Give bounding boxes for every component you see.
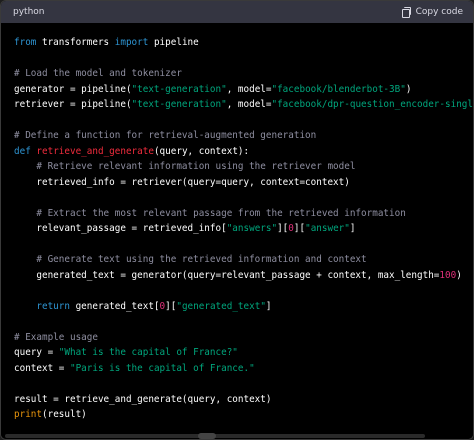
code-token: "What is the capital of France?"	[58, 347, 238, 358]
code-token: # Load the model and tokenizer	[14, 68, 182, 79]
code-line: context = "Paris is the capital of Franc…	[14, 361, 473, 377]
code-content[interactable]: from transformers import pipeline # Load…	[1, 23, 473, 423]
code-token: generated_text = generator(query=relevan…	[14, 269, 440, 281]
code-line: retrieved_info = retriever(query=query, …	[14, 175, 473, 191]
code-line: generator = pipeline("text-generation", …	[14, 82, 473, 98]
code-token: def	[14, 145, 31, 157]
scrollbar-thumb[interactable]	[198, 433, 216, 439]
code-line: # Define a function for retrieval-augmen…	[14, 128, 473, 144]
code-line: retriever = pipeline("text-generation", …	[14, 97, 473, 113]
code-token: 100	[439, 269, 457, 281]
code-token: retrieved_info = retriever(query=query, …	[14, 176, 350, 188]
code-token: "text-generation"	[131, 99, 227, 110]
code-token: "text-generation"	[131, 83, 227, 95]
code-token: "Paris is the capital of France."	[69, 362, 255, 374]
code-token: # Example usage	[14, 331, 98, 343]
code-block-header: python Copy code	[1, 1, 473, 23]
code-line: # Retrieve relevant information using th…	[14, 159, 473, 175]
code-token: query =	[14, 347, 59, 358]
code-token: relevant_passage = retrieved_info[	[14, 223, 227, 234]
code-line: relevant_passage = retrieved_info["answe…	[14, 221, 473, 237]
code-token: from	[14, 37, 37, 48]
code-token: context =	[14, 362, 70, 374]
copy-code-button[interactable]: Copy code	[401, 7, 463, 18]
code-token: "answers"	[226, 223, 278, 234]
code-token: ]	[349, 223, 356, 234]
code-line: generated_text = generator(query=relevan…	[14, 268, 473, 284]
code-token: ][	[165, 300, 177, 312]
code-token: "facebook/dpr-question_encoder-single-nq…	[271, 99, 473, 110]
code-token: generated_text[	[69, 300, 160, 312]
code-token: import	[114, 37, 149, 48]
code-token: # Extract the most relevant passage from…	[36, 207, 406, 219]
code-line: # Example usage	[14, 330, 473, 346]
code-line: return generated_text[0]["generated_text…	[14, 299, 473, 315]
code-line: from transformers import pipeline	[14, 35, 473, 51]
code-line: # Generate text using the retrieved info…	[14, 252, 473, 268]
code-token: )	[405, 83, 412, 95]
code-line: result = retrieve_and_generate(query, co…	[14, 392, 473, 408]
code-token: "generated_text"	[176, 300, 266, 312]
copy-code-label: Copy code	[415, 7, 463, 17]
clipboard-icon	[401, 7, 411, 18]
code-token: retriever = pipeline(	[14, 99, 132, 110]
code-token: retrieve_and_generate	[36, 145, 154, 157]
code-token: (result)	[42, 409, 87, 420]
code-token: # Generate text using the retrieved info…	[36, 254, 367, 265]
code-block: python Copy code from transformers impor…	[0, 0, 474, 440]
code-token: )	[456, 269, 462, 281]
code-token: "answer"	[305, 223, 350, 234]
code-token: # Define a function for retrieval-augmen…	[14, 130, 317, 141]
code-token: # Retrieve relevant information using th…	[36, 161, 356, 172]
code-token: "facebook/blenderbot-3B"	[271, 83, 406, 95]
language-label: python	[13, 7, 45, 17]
code-token: print	[14, 409, 42, 420]
code-line: # Extract the most relevant passage from…	[14, 206, 473, 222]
code-line: # Load the model and tokenizer	[14, 66, 473, 82]
code-token: , model=	[226, 83, 272, 95]
code-token: transformers	[36, 37, 115, 48]
code-token: generator = pipeline(	[14, 83, 132, 95]
code-line: query = "What is the capital of France?"	[14, 345, 473, 361]
code-token: result = retrieve_and_generate(query, co…	[14, 393, 272, 405]
code-token: return	[36, 300, 70, 312]
code-token: ]	[265, 300, 272, 312]
code-token: pipeline	[148, 37, 199, 48]
horizontal-scrollbar[interactable]	[1, 433, 473, 439]
code-token: (query, context):	[153, 145, 250, 157]
code-line: print(result)	[14, 407, 473, 423]
code-line: def retrieve_and_generate(query, context…	[14, 144, 473, 160]
code-token: , model=	[226, 99, 272, 110]
code-token: ][	[277, 223, 289, 234]
code-token: ][	[293, 223, 306, 234]
